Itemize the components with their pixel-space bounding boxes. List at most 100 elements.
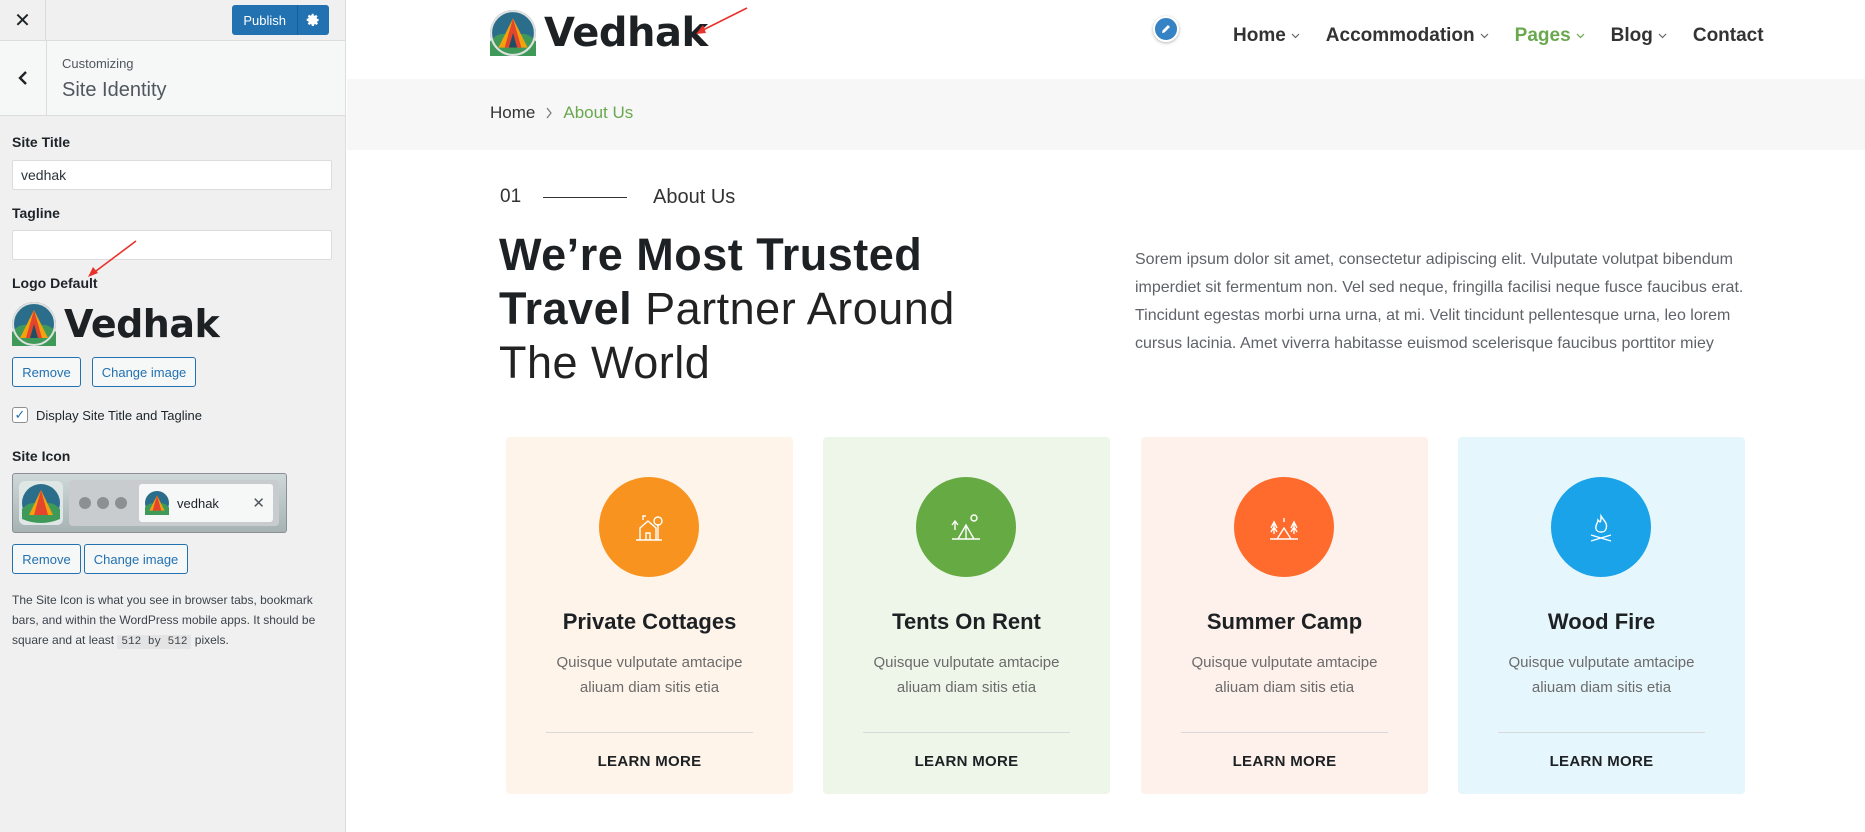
- breadcrumb-home-link[interactable]: Home: [490, 103, 535, 123]
- breadcrumb: Home About Us: [490, 103, 633, 123]
- display-title-option: ✓ Display Site Title and Tagline: [12, 407, 202, 423]
- publish-group: Publish: [232, 5, 329, 35]
- nav-accommodation[interactable]: Accommodation: [1326, 25, 1489, 47]
- card-description: Quisque vulputate amtacipe aliuam diam s…: [1191, 654, 1378, 696]
- browser-tab-title: vedhak: [177, 495, 219, 511]
- breadcrumb-bar: Home About Us: [347, 79, 1865, 150]
- service-card: Summer Camp Quisque vulputate amtacipe a…: [1141, 437, 1428, 794]
- chevron-left-icon: [18, 71, 27, 85]
- site-header: Vedhak Home Accommodation Pages Blog Con…: [347, 0, 1865, 79]
- card-divider: [546, 732, 753, 733]
- card-title: Tents On Rent: [892, 609, 1041, 634]
- nav-accommodation-label: Accommodation: [1325, 25, 1475, 46]
- chevron-right-icon: [546, 107, 553, 119]
- card-divider: [863, 732, 1070, 733]
- favicon-icon: [145, 491, 169, 515]
- card-title: Wood Fire: [1547, 609, 1656, 634]
- publish-settings-button[interactable]: [297, 5, 329, 35]
- customizing-label: Customizing: [62, 56, 134, 71]
- card-description: Quisque vulputate amtacipe aliuam diam s…: [1508, 654, 1695, 696]
- headline-line-1: We’re Most Trusted: [499, 229, 923, 280]
- site-icon-description: The Site Icon is what you see in browser…: [12, 590, 337, 652]
- browser-tab: vedhak ✕: [139, 484, 273, 522]
- chevron-down-icon: [1480, 33, 1489, 39]
- pencil-icon: [1162, 25, 1170, 33]
- section-header: Customizing Site Identity: [0, 41, 345, 116]
- nav-contact-label: Contact: [1692, 25, 1764, 46]
- campfire-icon: [1590, 513, 1612, 542]
- learn-more-link[interactable]: LEARN MORE: [823, 753, 1110, 770]
- site-logo[interactable]: Vedhak: [490, 10, 708, 56]
- nav-home[interactable]: Home: [1233, 25, 1300, 47]
- nav-home-label: Home: [1233, 25, 1286, 46]
- publish-button[interactable]: Publish: [232, 5, 297, 35]
- site-icon-description-end: pixels.: [194, 633, 229, 647]
- site-icon-change-image-button[interactable]: Change image: [84, 544, 188, 574]
- card-icon-circle: [599, 477, 699, 577]
- logo-mark-icon: [490, 10, 536, 56]
- learn-more-link[interactable]: LEARN MORE: [506, 753, 793, 770]
- chevron-down-icon: [1291, 33, 1300, 39]
- logo-text: Vedhak: [64, 302, 220, 346]
- logo-remove-button[interactable]: Remove: [12, 357, 81, 387]
- nav-contact[interactable]: Contact: [1693, 25, 1764, 47]
- chevron-down-icon: [1576, 33, 1585, 39]
- card-icon-circle: [1551, 477, 1651, 577]
- site-icon-preview: vedhak ✕: [12, 473, 287, 533]
- display-title-checkbox[interactable]: ✓: [12, 407, 28, 423]
- logo-preview: Vedhak: [12, 302, 220, 346]
- tagline-input[interactable]: [12, 230, 332, 260]
- annotation-arrow-icon: [696, 7, 748, 34]
- service-card: Wood Fire Quisque vulputate amtacipe ali…: [1458, 437, 1745, 794]
- back-button[interactable]: [0, 41, 47, 115]
- site-title-label: Site Title: [12, 134, 71, 150]
- logo-change-image-button[interactable]: Change image: [92, 357, 196, 387]
- card-title: Summer Camp: [1206, 609, 1363, 634]
- tent-icon: [951, 514, 980, 540]
- site-name: Vedhak: [544, 10, 708, 56]
- card-title: Private Cottages: [562, 609, 737, 634]
- site-icon-size-code: 512 by 512: [117, 635, 192, 649]
- section-subtitle: About Us: [653, 186, 736, 208]
- logo-mark-icon: [12, 302, 56, 346]
- headline-line-2-light: Partner Around: [632, 283, 955, 334]
- nav-blog[interactable]: Blog: [1611, 25, 1667, 47]
- learn-more-link[interactable]: LEARN MORE: [1458, 753, 1745, 770]
- intro-paragraph: Sorem ipsum dolor sit amet, consectetur …: [1135, 251, 1744, 352]
- section-number: 01: [500, 186, 522, 207]
- window-dot-icon: [115, 497, 127, 509]
- card-description: Quisque vulputate amtacipe aliuam diam s…: [556, 654, 743, 696]
- customizer-sidebar: ✕ Publish Customizing Site Identity Site…: [0, 0, 346, 832]
- main-nav: Home Accommodation Pages Blog Contact: [1233, 25, 1790, 47]
- page-headline: We’re Most Trusted Travel Partner Around…: [499, 228, 955, 390]
- card-divider: [1181, 732, 1388, 733]
- annotation-arrow-icon: [88, 240, 137, 277]
- gear-icon: [306, 13, 319, 27]
- edit-shortcut-button[interactable]: [1153, 16, 1179, 42]
- camp-icon: [1270, 518, 1298, 540]
- site-preview: Vedhak Home Accommodation Pages Blog Con…: [347, 0, 1865, 832]
- close-icon: ✕: [14, 8, 31, 32]
- nav-pages-label: Pages: [1514, 25, 1571, 46]
- cottage-icon: [636, 515, 663, 541]
- customizer-header: ✕ Publish: [0, 0, 345, 41]
- site-icon-remove-button[interactable]: Remove: [12, 544, 81, 574]
- site-title-input[interactable]: vedhak: [12, 160, 332, 190]
- headline-line-3: The World: [499, 337, 711, 388]
- service-card: Tents On Rent Quisque vulputate amtacipe…: [823, 437, 1110, 794]
- site-icon-app-icon: [19, 481, 63, 525]
- window-dot-icon: [79, 497, 91, 509]
- service-card: Private Cottages Quisque vulputate amtac…: [506, 437, 793, 794]
- learn-more-link[interactable]: LEARN MORE: [1141, 753, 1428, 770]
- breadcrumb-current: About Us: [563, 103, 634, 122]
- card-divider: [1498, 732, 1705, 733]
- card-icon-circle: [916, 477, 1016, 577]
- nav-pages[interactable]: Pages: [1515, 25, 1585, 47]
- nav-blog-label: Blog: [1610, 25, 1653, 46]
- close-customizer-button[interactable]: ✕: [0, 0, 46, 40]
- window-dot-icon: [97, 497, 109, 509]
- section-divider: [543, 197, 627, 198]
- site-icon-label: Site Icon: [12, 448, 71, 464]
- card-description: Quisque vulputate amtacipe aliuam diam s…: [873, 654, 1060, 696]
- headline-line-2-bold: Travel: [499, 283, 633, 334]
